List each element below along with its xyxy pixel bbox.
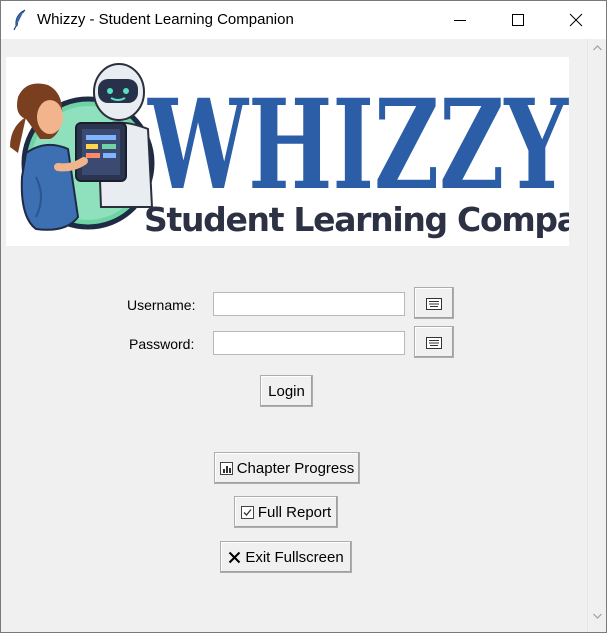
close-button[interactable] xyxy=(547,1,605,39)
chapter-progress-button[interactable]: Chapter Progress xyxy=(214,452,360,484)
keyboard-icon xyxy=(426,298,442,310)
exit-fullscreen-label: Exit Fullscreen xyxy=(245,548,344,566)
username-input[interactable] xyxy=(213,292,405,316)
minimize-icon xyxy=(454,20,466,21)
username-label: Username: xyxy=(127,297,196,313)
login-button-label: Login xyxy=(268,382,305,400)
login-button[interactable]: Login xyxy=(260,375,313,407)
password-keyboard-button[interactable] xyxy=(414,326,454,358)
title-bar[interactable]: Whizzy - Student Learning Companion xyxy=(1,1,606,39)
student-robot-illustration xyxy=(10,63,155,231)
window-title: Whizzy - Student Learning Companion xyxy=(37,11,294,28)
username-keyboard-button[interactable] xyxy=(414,287,454,319)
vertical-scrollbar[interactable] xyxy=(587,39,606,632)
scroll-up-icon[interactable] xyxy=(593,45,602,51)
password-label: Password: xyxy=(129,336,195,352)
scroll-down-icon[interactable] xyxy=(593,613,602,619)
main-content: WHIZZY Student Learning Companion Userna… xyxy=(1,39,588,632)
banner-subtitle: Student Learning Companion xyxy=(144,200,569,239)
full-report-button[interactable]: Full Report xyxy=(234,496,338,528)
x-mark-icon xyxy=(228,551,241,564)
app-window: Whizzy - Student Learning Companion WHIZ… xyxy=(0,0,607,633)
close-icon xyxy=(569,13,583,27)
keyboard-icon xyxy=(426,337,442,349)
wordmark-text: WHIZZY xyxy=(147,79,569,193)
bar-chart-icon xyxy=(219,461,233,475)
minimize-button[interactable] xyxy=(431,1,489,39)
whizzy-wordmark: WHIZZY xyxy=(147,79,569,193)
whizzy-banner: WHIZZY Student Learning Companion xyxy=(6,57,569,246)
feather-icon xyxy=(12,9,28,31)
checkbox-icon xyxy=(240,505,254,519)
full-report-label: Full Report xyxy=(257,503,332,521)
maximize-icon xyxy=(512,14,524,26)
chapter-progress-label: Chapter Progress xyxy=(236,459,355,477)
exit-fullscreen-button[interactable]: Exit Fullscreen xyxy=(220,541,352,573)
maximize-button[interactable] xyxy=(489,1,547,39)
password-input[interactable] xyxy=(213,331,405,355)
